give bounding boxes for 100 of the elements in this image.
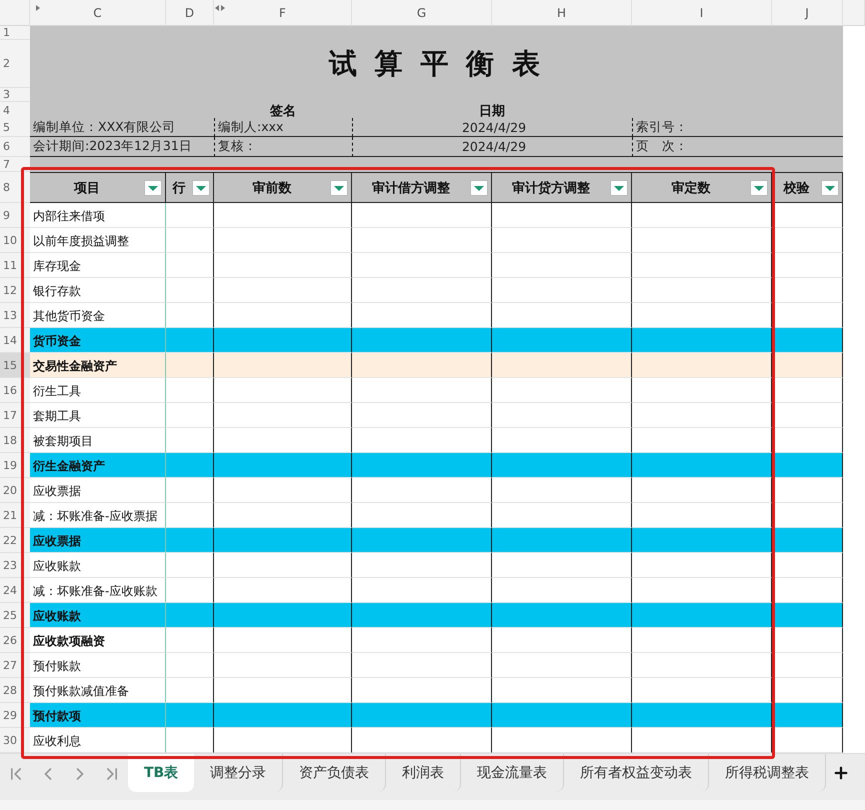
table-cell[interactable] bbox=[352, 703, 492, 728]
item-cell[interactable]: 被套期项目 bbox=[30, 428, 166, 453]
table-cell[interactable] bbox=[632, 403, 772, 428]
table-cell[interactable] bbox=[214, 403, 352, 428]
table-cell[interactable] bbox=[352, 628, 492, 653]
table-cell[interactable] bbox=[352, 328, 492, 353]
table-cell[interactable] bbox=[772, 703, 843, 728]
table-cell[interactable] bbox=[214, 278, 352, 303]
table-cell[interactable] bbox=[352, 528, 492, 553]
table-cell[interactable] bbox=[772, 328, 843, 353]
item-cell[interactable]: 交易性金融资产 bbox=[30, 353, 166, 378]
sheet-cell[interactable]: 试 算 平 衡 表 bbox=[30, 40, 843, 88]
sheet-cell[interactable] bbox=[30, 26, 843, 40]
table-cell[interactable] bbox=[632, 578, 772, 603]
column-header[interactable]: F bbox=[214, 0, 352, 26]
item-cell[interactable]: 货币资金 bbox=[30, 328, 166, 353]
row-number[interactable]: 20 bbox=[0, 478, 30, 503]
table-cell[interactable] bbox=[166, 278, 214, 303]
table-cell[interactable] bbox=[352, 478, 492, 503]
column-header[interactable] bbox=[843, 0, 865, 26]
row-number[interactable]: 15 bbox=[0, 353, 30, 378]
table-cell[interactable] bbox=[772, 628, 843, 653]
table-cell[interactable] bbox=[214, 528, 352, 553]
table-cell[interactable] bbox=[772, 353, 843, 378]
table-cell[interactable] bbox=[352, 203, 492, 228]
item-cell[interactable]: 衍生工具 bbox=[30, 378, 166, 403]
table-cell[interactable] bbox=[352, 378, 492, 403]
table-cell[interactable] bbox=[632, 703, 772, 728]
table-cell[interactable] bbox=[772, 553, 843, 578]
table-cell[interactable] bbox=[166, 603, 214, 628]
row-number[interactable]: 9 bbox=[0, 203, 30, 228]
item-cell[interactable]: 库存现金 bbox=[30, 253, 166, 278]
sheet-cell[interactable]: 会计期间:2023年12月31日 bbox=[30, 137, 214, 157]
row-number[interactable]: 3 bbox=[0, 88, 30, 102]
table-cell[interactable] bbox=[166, 528, 214, 553]
row-number[interactable]: 18 bbox=[0, 428, 30, 453]
item-cell[interactable]: 以前年度损益调整 bbox=[30, 228, 166, 253]
sheet-cell[interactable]: 编制单位：XXX有限公司 bbox=[30, 118, 214, 137]
item-cell[interactable]: 减：坏账准备-应收账款 bbox=[30, 578, 166, 603]
table-cell[interactable] bbox=[166, 678, 214, 703]
table-cell[interactable] bbox=[352, 653, 492, 678]
table-cell[interactable] bbox=[492, 228, 632, 253]
table-cell[interactable] bbox=[214, 628, 352, 653]
table-cell[interactable] bbox=[492, 728, 632, 753]
table-cell[interactable] bbox=[632, 653, 772, 678]
table-cell[interactable] bbox=[492, 553, 632, 578]
table-cell[interactable] bbox=[214, 678, 352, 703]
table-cell[interactable] bbox=[632, 678, 772, 703]
row-number[interactable]: 23 bbox=[0, 553, 30, 578]
item-cell[interactable]: 应收账款 bbox=[30, 603, 166, 628]
table-cell[interactable] bbox=[492, 653, 632, 678]
table-cell[interactable] bbox=[214, 328, 352, 353]
table-cell[interactable] bbox=[352, 353, 492, 378]
item-cell[interactable]: 减：坏账准备-应收票据 bbox=[30, 503, 166, 528]
table-cell[interactable] bbox=[166, 578, 214, 603]
sheet-cell[interactable]: 索引号： bbox=[632, 118, 843, 137]
table-cell[interactable] bbox=[352, 503, 492, 528]
table-cell[interactable] bbox=[166, 478, 214, 503]
sheet-cell[interactable]: 2024/4/29 bbox=[352, 118, 632, 137]
row-number[interactable]: 24 bbox=[0, 578, 30, 603]
table-cell[interactable] bbox=[632, 328, 772, 353]
row-number[interactable]: 7 bbox=[0, 157, 30, 172]
table-cell[interactable] bbox=[352, 253, 492, 278]
table-cell[interactable] bbox=[492, 603, 632, 628]
table-cell[interactable] bbox=[632, 203, 772, 228]
table-cell[interactable] bbox=[632, 453, 772, 478]
table-cell[interactable] bbox=[492, 303, 632, 328]
sheet-tab[interactable]: 利润表 bbox=[386, 754, 462, 792]
row-number[interactable]: 22 bbox=[0, 528, 30, 553]
sheet-cell[interactable]: 编制人:xxx bbox=[214, 118, 352, 137]
filter-dropdown-icon[interactable] bbox=[750, 180, 768, 196]
column-header[interactable]: I bbox=[632, 0, 772, 26]
table-cell[interactable] bbox=[632, 278, 772, 303]
table-cell[interactable] bbox=[492, 328, 632, 353]
table-cell[interactable] bbox=[166, 703, 214, 728]
table-cell[interactable] bbox=[214, 728, 352, 753]
row-number[interactable]: 21 bbox=[0, 503, 30, 528]
row-number[interactable]: 11 bbox=[0, 253, 30, 278]
hidden-column-icon[interactable] bbox=[214, 4, 226, 12]
table-cell[interactable] bbox=[166, 453, 214, 478]
row-number[interactable]: 27 bbox=[0, 653, 30, 678]
table-cell[interactable] bbox=[352, 403, 492, 428]
table-cell[interactable] bbox=[772, 603, 843, 628]
sheet-cell[interactable]: 2024/4/29 bbox=[352, 137, 632, 157]
table-cell[interactable] bbox=[166, 503, 214, 528]
table-cell[interactable] bbox=[632, 528, 772, 553]
table-cell[interactable] bbox=[352, 303, 492, 328]
row-number[interactable]: 1 bbox=[0, 26, 30, 40]
table-cell[interactable] bbox=[632, 628, 772, 653]
row-number[interactable]: 29 bbox=[0, 703, 30, 728]
table-cell[interactable] bbox=[214, 603, 352, 628]
table-cell[interactable] bbox=[632, 728, 772, 753]
table-cell[interactable] bbox=[166, 303, 214, 328]
table-cell[interactable] bbox=[352, 728, 492, 753]
table-cell[interactable] bbox=[352, 603, 492, 628]
sheet-tab[interactable]: 所得税调整表 bbox=[709, 754, 826, 792]
row-number[interactable]: 25 bbox=[0, 603, 30, 628]
item-cell[interactable]: 银行存款 bbox=[30, 278, 166, 303]
table-cell[interactable] bbox=[352, 228, 492, 253]
row-number[interactable]: 10 bbox=[0, 228, 30, 253]
